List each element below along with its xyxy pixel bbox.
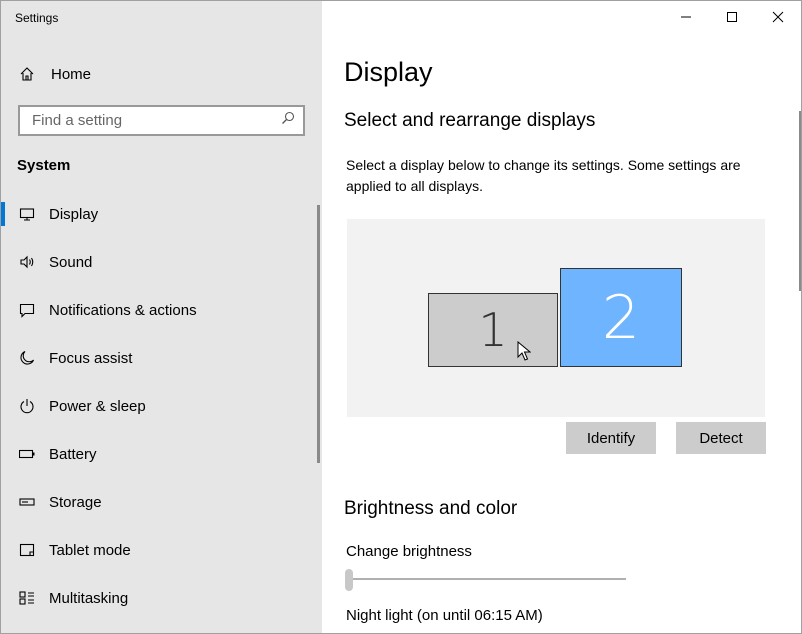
power-icon — [17, 396, 37, 416]
sidebar: Settings Home System Display — [1, 1, 322, 633]
sidebar-item-notifications[interactable]: Notifications & actions — [1, 286, 319, 334]
sidebar-scrollbar[interactable] — [317, 205, 320, 463]
close-button[interactable] — [755, 1, 801, 33]
settings-window: Settings Home System Display — [0, 0, 802, 634]
home-label: Home — [51, 65, 92, 83]
sidebar-item-label: Sound — [49, 253, 93, 271]
moon-icon — [17, 348, 37, 368]
monitor-2[interactable]: 2 — [560, 268, 682, 367]
detect-button[interactable]: Detect — [676, 422, 766, 454]
speaker-icon — [17, 252, 37, 272]
sidebar-item-focus-assist[interactable]: Focus assist — [1, 334, 319, 382]
home-nav-item[interactable]: Home — [17, 61, 91, 87]
search-box[interactable] — [18, 105, 305, 136]
battery-icon — [17, 444, 37, 464]
sidebar-item-label: Focus assist — [49, 349, 133, 367]
maximize-icon — [727, 12, 737, 22]
sidebar-item-label: Multitasking — [49, 589, 129, 607]
brightness-heading: Brightness and color — [344, 498, 518, 519]
home-icon — [17, 64, 37, 84]
content-scrollbar[interactable] — [799, 111, 801, 291]
display-arrangement-area[interactable]: 1 2 — [347, 219, 765, 417]
sidebar-item-display[interactable]: Display — [1, 190, 319, 238]
rearrange-heading: Select and rearrange displays — [344, 110, 596, 131]
storage-icon — [17, 492, 37, 512]
sidebar-item-power-sleep[interactable]: Power & sleep — [1, 382, 319, 430]
monitor-icon — [17, 204, 37, 224]
sidebar-item-label: Power & sleep — [49, 397, 146, 415]
sidebar-item-label: Tablet mode — [49, 541, 131, 559]
sidebar-item-multitasking[interactable]: Multitasking — [1, 574, 319, 622]
sidebar-item-sound[interactable]: Sound — [1, 238, 319, 286]
window-caption-buttons — [663, 1, 801, 33]
maximize-button[interactable] — [709, 1, 755, 33]
identify-button[interactable]: Identify — [566, 422, 656, 454]
message-icon — [17, 300, 37, 320]
sidebar-item-label: Battery — [49, 445, 97, 463]
monitor-1[interactable]: 1 — [428, 293, 558, 367]
search-input[interactable] — [30, 111, 274, 130]
sidebar-item-label: Notifications & actions — [49, 301, 197, 319]
multitasking-icon — [17, 588, 37, 608]
night-light-label: Night light (on until 06:15 AM) — [346, 607, 543, 624]
page-title: Display — [344, 57, 433, 87]
sidebar-item-battery[interactable]: Battery — [1, 430, 319, 478]
tablet-icon — [17, 540, 37, 560]
brightness-slider-track[interactable] — [346, 578, 626, 580]
app-title: Settings — [15, 11, 59, 25]
content-pane: Display Select and rearrange displays Se… — [322, 1, 801, 633]
section-title: System — [17, 157, 71, 174]
sidebar-item-tablet-mode[interactable]: Tablet mode — [1, 526, 319, 574]
sidebar-nav: Display Sound Notifications & actions Fo… — [1, 190, 319, 622]
minimize-icon — [681, 16, 691, 18]
brightness-slider-thumb[interactable] — [345, 569, 353, 591]
search-icon[interactable] — [281, 111, 295, 130]
sidebar-item-storage[interactable]: Storage — [1, 478, 319, 526]
mouse-cursor-icon — [517, 341, 531, 361]
minimize-button[interactable] — [663, 1, 709, 33]
brightness-label: Change brightness — [346, 543, 472, 560]
sidebar-item-label: Storage — [49, 493, 102, 511]
rearrange-description: Select a display below to change its set… — [346, 157, 741, 194]
sidebar-item-label: Display — [49, 205, 99, 223]
close-icon — [772, 11, 784, 23]
